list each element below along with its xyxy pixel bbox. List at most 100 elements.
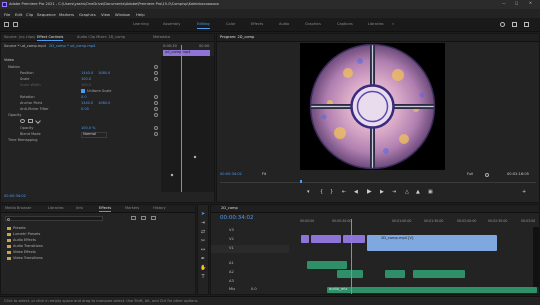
program-playhead[interactable] bbox=[300, 180, 302, 183]
tab-program[interactable]: Program: 2D_comp bbox=[220, 35, 254, 40]
workspaces-overflow-button[interactable]: » bbox=[392, 22, 394, 26]
ripple-edit-tool-icon[interactable]: ⇄ bbox=[200, 229, 206, 235]
yuv-filter-icon[interactable] bbox=[151, 216, 156, 220]
track-header-a3[interactable]: A3 bbox=[211, 278, 289, 286]
workspace-assembly[interactable]: Assembly bbox=[163, 22, 180, 26]
close-button[interactable]: ✕ bbox=[529, 1, 532, 6]
sequence-clip-selector[interactable]: 2D_comp * ud_comp.mp4 bbox=[49, 44, 95, 49]
opacity-value[interactable]: 100.0 % bbox=[81, 126, 95, 130]
quality-select[interactable]: Full bbox=[467, 172, 473, 177]
anchor-x-value[interactable]: 1440.0 bbox=[81, 101, 93, 105]
play-button[interactable]: ▶ bbox=[367, 189, 372, 195]
menu-edit[interactable]: Edit bbox=[15, 12, 22, 17]
menu-markers[interactable]: Markers bbox=[59, 12, 74, 17]
go-to-out-button[interactable]: ⇥ bbox=[392, 190, 396, 195]
effect-controls-timecode[interactable]: 00:00:34:02 bbox=[4, 194, 26, 199]
tab-effect-controls[interactable]: Effect Controls bbox=[37, 35, 64, 41]
workspace-color[interactable]: Color bbox=[226, 22, 235, 26]
fullscreen-icon[interactable] bbox=[524, 22, 529, 27]
step-forward-button[interactable]: ▶ bbox=[380, 190, 384, 195]
folder-presets[interactable]: Presets bbox=[7, 226, 26, 230]
folder-lumetri-presets[interactable]: Lumetri Presets bbox=[7, 232, 40, 236]
track-header-a2[interactable]: A2 bbox=[211, 269, 289, 277]
track-select-tool-icon[interactable]: ⇥ bbox=[200, 220, 206, 226]
position-y-value[interactable]: 1080.0 bbox=[98, 71, 110, 75]
accelerated-filter-icon[interactable] bbox=[131, 216, 136, 220]
workspace-captions[interactable]: Captions bbox=[337, 22, 353, 26]
audio-clip[interactable]: audio_mix bbox=[327, 287, 537, 293]
anchor-y-value[interactable]: 1080.0 bbox=[98, 101, 110, 105]
mask-ellipse-icon[interactable] bbox=[20, 119, 25, 123]
pen-tool-icon[interactable]: ✒ bbox=[200, 256, 206, 262]
menu-window[interactable]: Window bbox=[115, 12, 130, 17]
track-header-mix[interactable]: Mix 0.0 bbox=[211, 287, 289, 295]
position-reset-icon[interactable] bbox=[154, 71, 158, 75]
timeline-ruler[interactable]: 00:00:00 00:00:30:00 00:01:00:00 00:01:3… bbox=[297, 219, 537, 225]
motion-label[interactable]: Motion bbox=[8, 65, 20, 69]
32bit-filter-icon[interactable] bbox=[141, 216, 146, 220]
lift-button[interactable]: △ bbox=[405, 190, 409, 195]
mask-rectangle-icon[interactable] bbox=[28, 119, 33, 123]
razor-tool-icon[interactable]: ✂ bbox=[200, 238, 206, 244]
video-clip[interactable] bbox=[301, 235, 309, 243]
export-frame-button[interactable]: ▣ bbox=[428, 190, 433, 195]
mark-out-button[interactable]: } bbox=[330, 190, 333, 195]
timeline-timecode[interactable]: 00:00:34:02 bbox=[220, 215, 254, 221]
rotation-reset-icon[interactable] bbox=[154, 95, 158, 99]
anchor-reset-icon[interactable] bbox=[154, 101, 158, 105]
effects-search-input[interactable] bbox=[5, 216, 103, 221]
audio-clip[interactable] bbox=[337, 270, 363, 278]
motion-reset-icon[interactable] bbox=[154, 65, 158, 69]
blend-reset-icon[interactable] bbox=[154, 132, 158, 136]
program-scrub-bar[interactable] bbox=[220, 180, 536, 183]
timeline-playhead[interactable] bbox=[351, 219, 352, 294]
scale-value[interactable]: 100.0 bbox=[81, 77, 91, 81]
tab-info[interactable]: Info bbox=[76, 206, 83, 211]
tab-markers[interactable]: Markers bbox=[125, 206, 139, 211]
tab-media-browser[interactable]: Media Browser bbox=[5, 206, 32, 211]
time-remapping-label[interactable]: Time Remapping bbox=[8, 138, 38, 142]
tab-effects[interactable]: Effects bbox=[99, 206, 112, 212]
blend-mode-select[interactable]: Normal bbox=[81, 132, 108, 138]
opacity-reset-icon[interactable] bbox=[154, 126, 158, 130]
tab-audio-clip-mixer[interactable]: Audio Clip Mixer: 2D_comp bbox=[77, 35, 125, 40]
tab-sequence[interactable]: 2D_comp bbox=[221, 206, 238, 211]
mix-value[interactable]: 0.0 bbox=[251, 287, 257, 292]
effect-playhead[interactable] bbox=[181, 45, 182, 192]
track-header-a1[interactable]: A1 bbox=[211, 260, 289, 268]
menu-clip[interactable]: Clip bbox=[26, 12, 33, 17]
menu-graphics[interactable]: Graphics bbox=[79, 12, 96, 17]
hand-tool-icon[interactable]: ✋ bbox=[200, 265, 206, 271]
add-marker-button[interactable]: ▾ bbox=[307, 190, 310, 195]
search-icon[interactable] bbox=[500, 22, 505, 27]
extract-button[interactable]: ▲ bbox=[416, 190, 420, 195]
folder-video-effects[interactable]: Video Effects bbox=[7, 250, 36, 254]
menu-file[interactable]: File bbox=[4, 12, 10, 17]
mark-in-button[interactable]: { bbox=[320, 190, 323, 195]
workspace-editing[interactable]: Editing bbox=[197, 22, 210, 29]
audio-clip[interactable] bbox=[385, 270, 405, 278]
folder-audio-transitions[interactable]: Audio Transitions bbox=[7, 244, 43, 248]
type-tool-icon[interactable]: T bbox=[200, 274, 206, 280]
position-x-value[interactable]: 1440.0 bbox=[81, 71, 93, 75]
opacity-section-label[interactable]: Opacity bbox=[8, 113, 21, 117]
track-header-v3[interactable]: V3 bbox=[211, 227, 289, 235]
selection-tool-icon[interactable]: ➤ bbox=[200, 211, 206, 217]
tab-source[interactable]: Source: (no clips) bbox=[4, 35, 35, 40]
video-clip[interactable] bbox=[343, 235, 365, 243]
program-video-frame[interactable] bbox=[300, 43, 445, 170]
audio-clip[interactable] bbox=[307, 261, 347, 269]
tab-history[interactable]: History bbox=[153, 206, 166, 211]
tab-libraries[interactable]: Libraries bbox=[48, 206, 64, 211]
minimize-button[interactable]: — bbox=[502, 1, 506, 6]
antiflicker-value[interactable]: 0.00 bbox=[81, 107, 89, 111]
menu-view[interactable]: View bbox=[101, 12, 110, 17]
tab-metadata[interactable]: Metadata bbox=[153, 35, 170, 40]
track-header-v2[interactable]: V2 bbox=[211, 236, 289, 244]
home-icon[interactable] bbox=[4, 22, 9, 27]
slip-tool-icon[interactable]: ↔ bbox=[200, 247, 206, 253]
program-timecode[interactable]: 00:00:34:02 bbox=[220, 172, 242, 177]
go-to-in-button[interactable]: ⇤ bbox=[342, 190, 346, 195]
folder-audio-effects[interactable]: Audio Effects bbox=[7, 238, 36, 242]
wrench-icon[interactable] bbox=[485, 173, 489, 177]
